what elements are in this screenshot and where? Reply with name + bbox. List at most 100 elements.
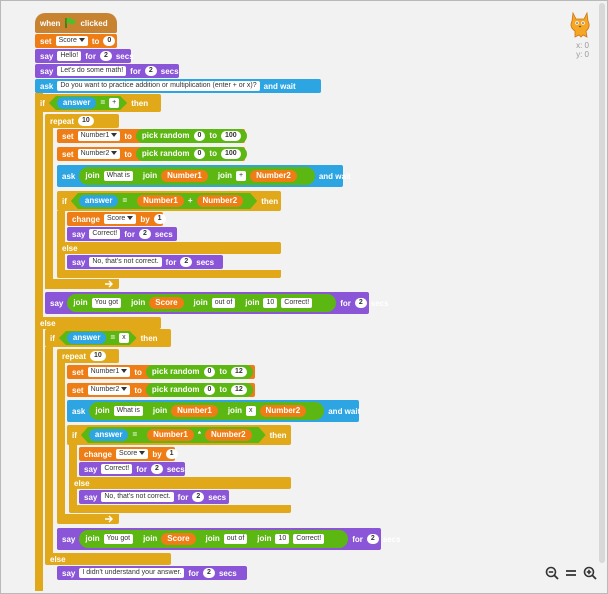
join-text-input[interactable]: 10 [263,298,278,308]
if-answer-x-block[interactable]: if answer = x then [45,329,171,347]
join-operator[interactable]: join out of join 10 Correct! [199,532,337,546]
repeat-10-block-2[interactable]: repeat 10 [57,349,119,363]
change-amount-input[interactable]: 1 [165,449,178,459]
compare-input[interactable]: + [109,98,119,108]
number2-reporter[interactable]: Number2 [205,429,252,441]
join-operator[interactable]: join Number1 join + Number2 [136,169,309,183]
set-number1-block[interactable]: set Number1 to pick random 0 to 100 [57,129,247,143]
message-input[interactable]: Hello! [57,51,82,61]
ask-multiplication-question-block[interactable]: ask join What is join Number1 join x Num… [67,400,360,422]
join-operator[interactable]: join What is join Number1 join x Number2 [89,402,325,420]
repeat-count-input[interactable]: 10 [78,116,94,126]
random-max-input[interactable]: 100 [220,131,241,141]
equals-operator[interactable]: answer = x [59,331,137,345]
say-didnt-understand-block[interactable]: say I didn't understand your answer. for… [57,566,247,580]
equals-operator[interactable]: answer = Number1 + Number2 [71,193,257,209]
say-correct-block[interactable]: say Correct! for 2 secs [67,227,177,241]
change-score-block[interactable]: change Score by 1 [67,212,166,226]
random-min-input[interactable]: 0 [193,131,206,141]
message-input[interactable]: Correct! [89,229,121,239]
random-min-input[interactable]: 0 [193,149,206,159]
compare-input[interactable]: x [119,333,129,343]
say-hello-block[interactable]: say Hello! for 2 secs [35,49,134,63]
answer-reporter[interactable]: answer [79,195,119,207]
join-operator[interactable]: join 10 Correct! [239,296,319,310]
join-text-input[interactable]: x [246,406,256,416]
say-not-correct-block[interactable]: say No, that's not correct. for 2 secs [67,255,223,269]
if-answer-plus-block[interactable]: if answer = + then [35,94,161,112]
variable-dropdown[interactable]: Score [104,214,137,224]
join-text-input[interactable]: Correct! [281,298,313,308]
repeat-10-block[interactable]: repeat 10 [45,114,119,128]
set-score-block[interactable]: set Score to 0 [35,34,117,48]
change-score-block-2[interactable]: change Score by 1 [79,447,178,461]
secs-input[interactable]: 2 [144,66,157,76]
number1-reporter[interactable]: Number1 [171,405,218,417]
join-text-input[interactable]: You got [103,534,134,544]
equals-operator[interactable]: answer = + [49,96,127,110]
change-amount-input[interactable]: 1 [153,214,166,224]
join-operator[interactable]: join 10 Correct! [251,532,331,546]
message-input[interactable]: Correct! [101,464,133,474]
say-score-summary-block-1[interactable]: say join You got join Score join out of … [45,292,389,314]
variable-dropdown[interactable]: Number1 [87,367,131,377]
number1-reporter[interactable]: Number1 [147,429,194,441]
join-text-input[interactable]: What is [113,406,143,416]
score-reporter[interactable]: Score [149,297,184,309]
value-input[interactable]: 0 [103,36,116,46]
say-correct-block-2[interactable]: say Correct! for 2 secs [79,462,185,476]
score-reporter[interactable]: Score [161,533,196,545]
multiply-operator[interactable]: Number1 * Number2 [141,428,258,442]
number1-reporter[interactable]: Number1 [137,195,184,207]
pick-random-operator[interactable]: pick random 0 to 100 [135,129,247,143]
random-max-input[interactable]: 12 [230,385,247,395]
else-block-outer[interactable]: else [35,317,161,329]
pick-random-operator[interactable]: pick random 0 to 100 [135,147,247,161]
join-operator[interactable]: join Score join out of join 10 Correct! [137,532,343,546]
secs-input[interactable]: 2 [99,51,112,61]
message-input[interactable]: I didn't understand your answer. [79,568,185,578]
random-max-input[interactable]: 100 [220,149,241,159]
ask-operation-block[interactable]: ask Do you want to practice addition or … [35,79,321,93]
pick-random-operator[interactable]: pick random 0 to 12 [145,383,253,397]
secs-input[interactable]: 2 [138,229,151,239]
join-text-input[interactable]: What is [103,171,133,181]
zoom-in-icon[interactable] [583,566,597,583]
zoom-reset-icon[interactable] [565,566,577,583]
answer-reporter[interactable]: answer [67,332,107,344]
number2-reporter[interactable]: Number2 [259,405,307,417]
join-text-input[interactable]: Correct! [293,534,325,544]
variable-dropdown[interactable]: Score [116,449,149,459]
secs-input[interactable]: 2 [354,298,367,308]
secs-input[interactable]: 2 [203,568,215,578]
variable-dropdown[interactable]: Number2 [87,385,131,395]
message-input[interactable]: Let's do some math! [57,66,127,76]
say-not-correct-block-2[interactable]: say No, that's not correct. for 2 secs [79,490,229,504]
number1-reporter[interactable]: Number1 [161,170,208,182]
join-operator[interactable]: join + Number2 [211,169,303,183]
else-block-inner[interactable]: else [45,553,171,565]
join-text-input[interactable]: + [236,171,247,181]
repeat-count-input[interactable]: 10 [90,351,106,361]
join-operator[interactable]: join out of join 10 Correct! [187,296,325,310]
join-operator[interactable]: join What is join Number1 join + Number2 [79,167,315,185]
message-input[interactable]: No, that's not correct. [89,257,162,267]
secs-input[interactable]: 2 [192,492,205,502]
join-operator[interactable]: join You got join Score join out of join… [79,530,349,548]
say-score-summary-block-2[interactable]: say join You got join Score join out of … [57,528,401,550]
secs-input[interactable]: 2 [366,534,379,544]
zoom-out-icon[interactable] [545,566,559,583]
if-answer-correct-sum-block[interactable]: if answer = Number1 + Number2 then [57,191,281,211]
sprite-thumbnail[interactable] [567,9,593,39]
scripts-area[interactable]: when clicked set Score to 0 say Hello! f… [0,0,608,594]
variable-dropdown[interactable]: Number1 [77,131,121,141]
else-block-1[interactable]: else [57,242,281,254]
vertical-scrollbar[interactable] [599,3,605,563]
join-operator[interactable]: join Number1 join x Number2 [146,404,319,418]
when-flag-clicked-block[interactable]: when clicked [35,13,117,33]
add-operator[interactable]: Number1 + Number2 [131,194,249,208]
random-min-input[interactable]: 0 [203,385,216,395]
secs-input[interactable]: 2 [150,464,163,474]
set-number2-block[interactable]: set Number2 to pick random 0 to 100 [57,147,247,161]
answer-reporter[interactable]: answer [57,97,97,109]
